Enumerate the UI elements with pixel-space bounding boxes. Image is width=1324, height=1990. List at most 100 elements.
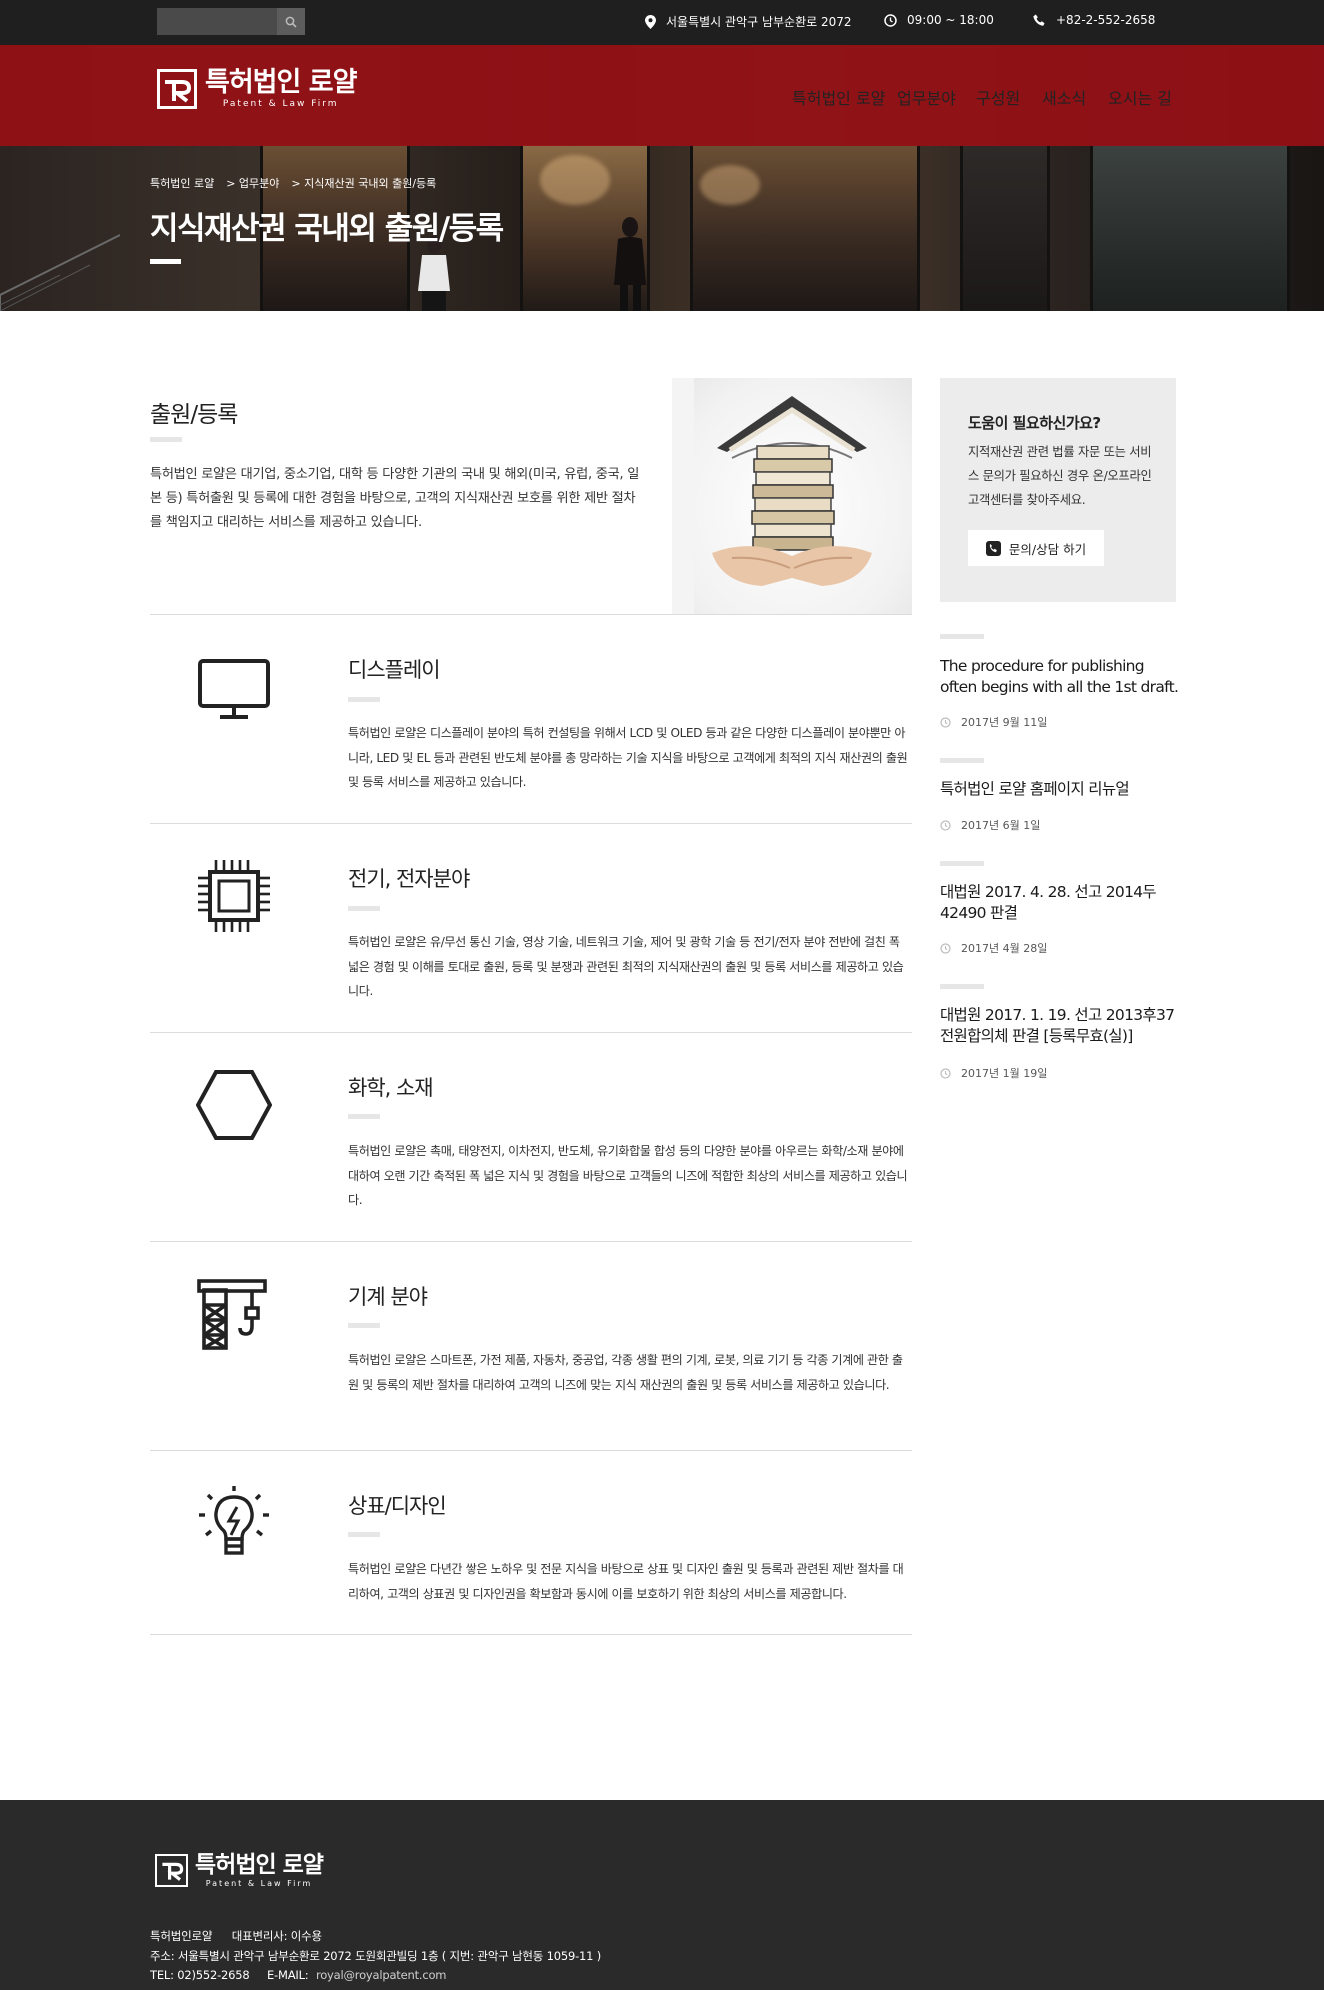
footer: 특허법인 로얄 Patent & Law Firm 특허법인로얄 대표변리사: … [0, 1800, 1324, 1990]
breadcrumb-home[interactable]: 특허법인 로얄 [150, 175, 214, 191]
hero-photo-window [960, 145, 1050, 311]
footer-email-label: E-MAIL: [266, 1968, 309, 1982]
news-title[interactable]: 특허법인 로얄 홈페이지 리뉴얼 [940, 779, 1180, 800]
phone-icon [985, 540, 1001, 556]
section-title-bar [348, 1114, 380, 1119]
news-date: 2017년 6월 1일 [940, 817, 1040, 833]
divider [150, 1241, 912, 1242]
news-date: 2017년 9월 11일 [940, 714, 1047, 730]
news-bar [940, 984, 984, 989]
address-info: 서울특별시 관악구 남부순환로 2072 [645, 13, 852, 30]
divider [150, 1634, 912, 1635]
top-bar: 서울특별시 관악구 남부순환로 2072 09:00 ~ 18:00 +82-2… [0, 0, 1324, 45]
hexagon-icon [196, 1070, 272, 1140]
search-button[interactable] [277, 8, 305, 35]
news-date-text: 2017년 1월 19일 [961, 1067, 1048, 1080]
breadcrumb: 특허법인 로얄 > 업무분야 > 지식재산권 국내외 출원/등록 [150, 175, 436, 191]
news-title[interactable]: 대법원 2017. 1. 19. 선고 2013후37 전원합의체 판결 [등록… [940, 1005, 1180, 1047]
footer-company-line: 특허법인로얄 대표변리사: 이수용 [150, 1928, 322, 1944]
intro-text: 특허법인 로얄은 대기업, 중소기업, 대학 등 다양한 기관의 국내 및 해외… [150, 467, 640, 530]
intro-title-bar [150, 437, 182, 442]
main-nav-bar: 특허법인 로얄 Patent & Law Firm 특허법인 로얄 업무분야 구… [0, 45, 1324, 146]
news-date: 2017년 1월 19일 [940, 1065, 1047, 1081]
contact-button-label: 문의/상담 하기 [1008, 541, 1087, 557]
clock-icon [884, 13, 897, 27]
section-title-bar [348, 1323, 380, 1328]
footer-logo[interactable]: 특허법인 로얄 Patent & Law Firm [155, 1852, 324, 1888]
help-box: 도움이 필요하신가요? 지적재산권 관련 법률 자문 또는 서비스 문의가 필요… [940, 378, 1176, 602]
section-text-chemistry: 특허법인 로얄은 촉매, 태양전지, 이차전지, 반도체, 유기화합물 합성 등… [348, 1144, 908, 1207]
nav-item-directions[interactable]: 오시는 길 [1108, 85, 1172, 109]
lightbulb-icon [199, 1486, 269, 1555]
section-text-electric: 특허법인 로얄은 유/무선 통신 기술, 영상 기술, 네트워크 기술, 제어 … [348, 935, 904, 998]
hours-text: 09:00 ~ 18:00 [907, 13, 994, 27]
crane-icon [197, 1279, 267, 1350]
search-input[interactable] [157, 8, 277, 35]
section-title-bar [348, 906, 380, 911]
footer-email[interactable]: royal@royalpatent.com [316, 1968, 447, 1982]
nav-item-about[interactable]: 특허법인 로얄 [792, 85, 885, 109]
footer-contact-line: TEL: 02)552-2658 E-MAIL: royal@royalpate… [150, 1968, 447, 1982]
site-logo[interactable]: 특허법인 로얄 Patent & Law Firm [157, 67, 357, 109]
hero-photo-light [540, 155, 610, 205]
nav-item-news[interactable]: 새소식 [1042, 85, 1086, 109]
nav-item-members[interactable]: 구성원 [976, 85, 1020, 109]
section-title-display: 디스플레이 [348, 658, 441, 682]
clock-icon [940, 1067, 951, 1079]
clock-icon [940, 942, 951, 954]
hero-photo-stairs [0, 234, 120, 311]
hero-photo-window [1090, 145, 1290, 311]
footer-logo-name: 특허법인 로얄 [195, 1852, 324, 1878]
divider [150, 823, 912, 824]
map-pin-icon [645, 14, 656, 29]
news-bar [940, 861, 984, 866]
section-title-mechanical: 기계 분야 [348, 1285, 428, 1309]
news-title[interactable]: The procedure for publishing often begin… [940, 656, 1180, 698]
hero-photo-person [614, 217, 646, 311]
section-text-trademark: 특허법인 로얄은 다년간 쌓은 노하우 및 전문 지식을 바탕으로 상표 및 디… [348, 1562, 904, 1601]
news-date-text: 2017년 4월 28일 [961, 942, 1048, 955]
section-text-display: 특허법인 로얄은 디스플레이 분야의 특허 컨설팅을 위해서 LCD 및 OLE… [348, 726, 908, 789]
clock-icon [940, 819, 951, 831]
contact-button[interactable]: 문의/상담 하기 [968, 530, 1104, 566]
breadcrumb-practice[interactable]: > 업무분야 [226, 175, 279, 191]
logo-mark-icon [157, 68, 197, 109]
logo-name: 특허법인 로얄 [205, 67, 357, 98]
search-icon [285, 16, 297, 28]
phone-info: +82-2-552-2658 [1033, 13, 1155, 27]
title-underline [150, 259, 181, 264]
divider [150, 1032, 912, 1033]
books-house-image [672, 378, 912, 614]
nav-item-practice[interactable]: 업무분야 [897, 85, 956, 109]
hero-photo-light [700, 165, 760, 205]
section-title-bar [348, 697, 380, 702]
news-date-text: 2017년 6월 1일 [961, 819, 1041, 832]
section-title-chemistry: 화학, 소재 [348, 1076, 434, 1100]
address-text: 서울특별시 관악구 남부순환로 2072 [666, 15, 852, 29]
divider [150, 614, 912, 615]
section-title-trademark: 상표/디자인 [348, 1494, 447, 1518]
help-title: 도움이 필요하신가요? [968, 414, 1101, 432]
footer-ceo: 대표변리사: 이수용 [231, 1929, 322, 1943]
section-title-electric: 전기, 전자분야 [348, 867, 470, 891]
clock-icon [940, 716, 951, 728]
phone-text: +82-2-552-2658 [1056, 13, 1156, 27]
footer-company: 특허법인로얄 [150, 1929, 213, 1943]
search-box [157, 8, 305, 35]
section-text-mechanical: 특허법인 로얄은 스마트폰, 가전 제품, 자동차, 중공업, 각종 생활 편의… [348, 1353, 903, 1392]
footer-logo-tagline: Patent & Law Firm [205, 1879, 313, 1888]
logo-tagline: Patent & Law Firm [222, 99, 339, 109]
breadcrumb-current: > 지식재산권 국내외 출원/등록 [291, 177, 437, 190]
monitor-icon [198, 659, 270, 719]
divider [150, 1450, 912, 1451]
news-date: 2017년 4월 28일 [940, 940, 1047, 956]
footer-tel: TEL: 02)552-2658 [150, 1968, 250, 1982]
section-title-bar [348, 1532, 380, 1537]
news-title[interactable]: 대법원 2017. 4. 28. 선고 2014두42490 판결 [940, 882, 1180, 924]
hero-banner: 특허법인 로얄 Patent & Law Firm 특허법인 로얄 업무분야 구… [0, 45, 1324, 311]
phone-icon [1033, 14, 1045, 26]
hours-info: 09:00 ~ 18:00 [884, 13, 994, 27]
logo-mark-icon [155, 1853, 188, 1887]
help-text: 지적재산권 관련 법률 자문 또는 서비스 문의가 필요하신 경우 온/오프라인… [968, 445, 1152, 507]
news-bar [940, 758, 984, 763]
